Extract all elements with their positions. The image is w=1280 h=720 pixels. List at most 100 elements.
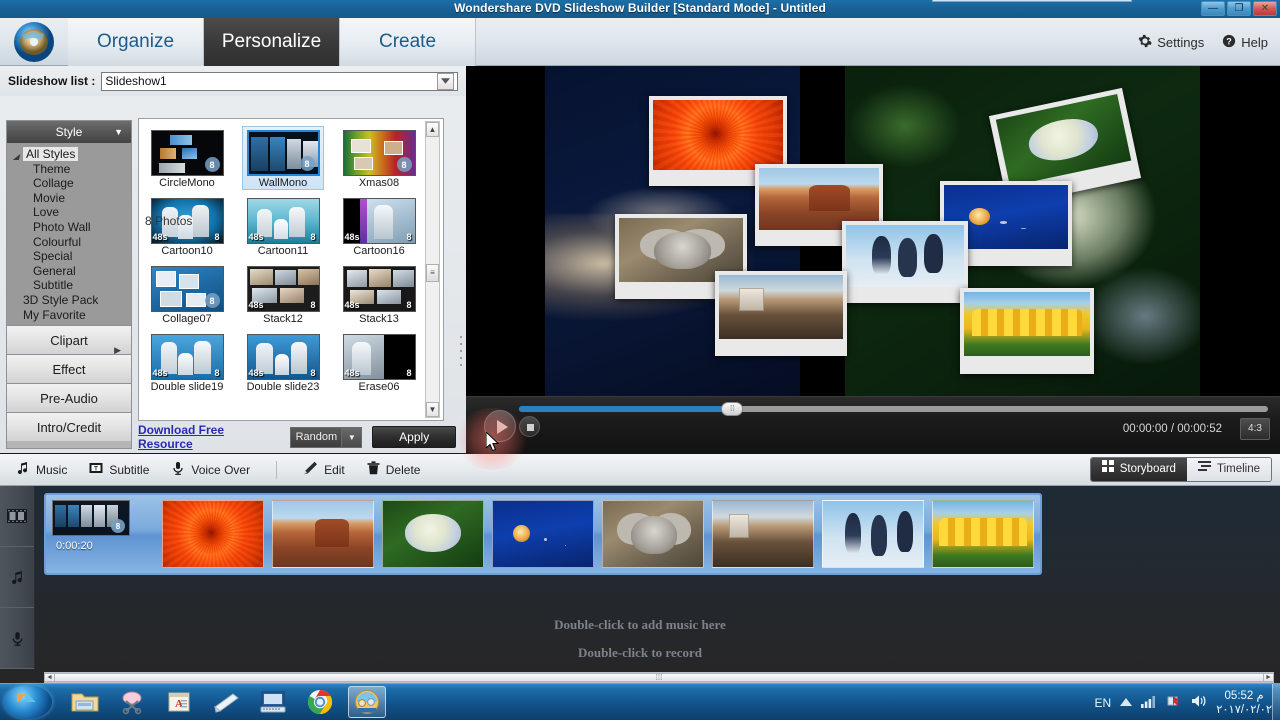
style-thumbnail: 48s 8 [246, 266, 320, 312]
storyboard-horizontal-scrollbar[interactable]: ⁞⁞⁞ ◄ ► [44, 672, 1274, 683]
accordion-button-effect[interactable]: Effect [7, 354, 131, 384]
storyboard-clip-penguin[interactable] [822, 500, 924, 568]
app-logo [6, 21, 62, 63]
toolbar-delete-button[interactable]: Delete [367, 461, 420, 478]
tree-item-special[interactable]: Special [7, 249, 131, 264]
style-item-stack12[interactable]: 48s 8 Stack12 [243, 263, 323, 325]
film-strip-icon[interactable] [0, 486, 34, 547]
taskbar-snipping-tool-icon[interactable] [113, 686, 151, 718]
chevron-down-icon[interactable] [437, 72, 454, 90]
help-button[interactable]: ? Help [1222, 34, 1268, 51]
minimize-button[interactable]: — [1201, 1, 1225, 16]
tree-item-subtitle[interactable]: Subtitle [7, 278, 131, 293]
action-center-icon[interactable] [1166, 694, 1182, 712]
help-circle-icon: ? [1222, 34, 1236, 51]
tree-item-collage[interactable]: Collage [7, 176, 131, 191]
style-item-stack13[interactable]: 48s 8 Stack13 [339, 263, 419, 325]
stop-button[interactable] [519, 416, 540, 437]
storyboard-clip-canyon[interactable] [272, 500, 374, 568]
tree-item-3d-style-pack[interactable]: 3D Style Pack [7, 293, 131, 308]
style-item-cartoon11[interactable]: 48s 8 Cartoon11 [243, 195, 323, 257]
language-indicator[interactable]: EN [1095, 696, 1112, 710]
style-item-double-slide19[interactable]: 48s 8 Double slide19 [147, 331, 227, 393]
accordion-button-clipart[interactable]: Clipart ▶ [7, 325, 131, 355]
tree-item-theme[interactable]: Theme [7, 162, 131, 177]
svg-text:T: T [95, 467, 99, 473]
tab-organize[interactable]: Organize [68, 18, 204, 66]
scroll-up-icon[interactable]: ▲ [426, 122, 439, 137]
storyboard-clip-flower[interactable] [162, 500, 264, 568]
start-button[interactable] [4, 685, 52, 719]
aspect-ratio-button[interactable]: 4:3 [1240, 418, 1270, 440]
toolbar-subtitle-button[interactable]: T Subtitle [89, 461, 149, 478]
style-item-collage07[interactable]: 8 Collage07 [147, 263, 227, 325]
add-music-hint[interactable]: Double-click to add music here [0, 617, 1280, 633]
style-accordion-title: Style [55, 125, 83, 139]
system-tray: EN 05:52 م ٢٠١٧/٠٢/٠٢ [1095, 684, 1272, 720]
style-thumbnail: 48s 8 [246, 334, 320, 380]
view-storyboard-button[interactable]: Storyboard [1090, 458, 1187, 481]
accordion-button-pre-audio[interactable]: Pre-Audio [7, 383, 131, 413]
seek-handle[interactable]: ⁞⁞ [721, 402, 744, 416]
style-item-erase06[interactable]: 48s 8 Erase06 [339, 331, 419, 393]
view-timeline-button[interactable]: Timeline [1186, 458, 1271, 481]
storyboard-clip-castle[interactable] [712, 500, 814, 568]
record-hint[interactable]: Double-click to record [0, 645, 1280, 661]
download-free-resource-link[interactable]: Download Free Resource [138, 423, 280, 451]
panel-splitter[interactable] [458, 336, 464, 366]
toolbar-music-button[interactable]: Music [16, 461, 67, 478]
network-icon[interactable] [1141, 694, 1157, 711]
taskbar-dvd-slideshow-builder-icon[interactable] [348, 686, 386, 718]
maximize-button[interactable]: ❐ [1227, 1, 1251, 16]
style-item-circlemono[interactable]: 8 CircleMono [147, 127, 227, 189]
tree-item-all-styles[interactable]: ◢ All Styles [7, 147, 131, 162]
tree-item-love[interactable]: Love [7, 205, 131, 220]
style-label: Cartoon10 [161, 245, 213, 257]
toolbar-edit-button[interactable]: Edit [303, 461, 345, 478]
taskbar-sticky-notes-icon[interactable] [207, 686, 245, 718]
taskbar-explorer-icon[interactable] [66, 686, 104, 718]
settings-button[interactable]: Settings [1138, 34, 1204, 51]
taskbar-clock[interactable]: 05:52 م ٢٠١٧/٠٢/٠٢ [1216, 689, 1272, 717]
show-desktop-button[interactable] [1272, 684, 1280, 720]
style-grid-scrollbar[interactable]: ▲ ≡ ▼ [425, 121, 440, 418]
scroll-right-icon[interactable]: ► [1263, 673, 1274, 682]
tab-personalize[interactable]: Personalize [204, 18, 340, 66]
scrollbar-thumb[interactable]: ≡ [426, 263, 439, 282]
taskbar-remote-desktop-icon[interactable] [254, 686, 292, 718]
slideshow-select[interactable]: Slideshow1 [101, 71, 458, 91]
scroll-left-icon[interactable]: ◄ [44, 673, 55, 682]
show-hidden-icons-arrow[interactable] [1120, 696, 1133, 710]
accordion-button-intro-credit[interactable]: Intro/Credit [7, 412, 131, 442]
style-label: Stack13 [359, 313, 399, 325]
style-accordion-header[interactable]: Style ▼ [7, 121, 131, 143]
seek-bar[interactable]: ⁞⁞ [519, 402, 1268, 416]
style-item-cartoon16[interactable]: 48s 8 Cartoon16 [339, 195, 419, 257]
tab-create[interactable]: Create [340, 18, 476, 66]
toolbar-voice-over-button[interactable]: Voice Over [171, 461, 250, 478]
volume-icon[interactable] [1191, 694, 1207, 711]
tree-item-general[interactable]: General [7, 264, 131, 279]
style-item-double-slide23[interactable]: 48s 8 Double slide23 [243, 331, 323, 393]
style-item-xmas08[interactable]: 8 Xmas08 [339, 127, 419, 189]
storyboard-clip-jelly[interactable] [492, 500, 594, 568]
apply-button[interactable]: Apply [372, 426, 456, 448]
storyboard-clip-koala[interactable] [602, 500, 704, 568]
storyboard-clip-tulip[interactable] [932, 500, 1034, 568]
scrollbar-thumb[interactable]: ⁞⁞⁞ [45, 673, 1273, 682]
close-button[interactable]: ✕ [1253, 1, 1277, 16]
taskbar-chrome-icon[interactable] [301, 686, 339, 718]
storyboard-clip-intro[interactable]: 8 0:00:20 [52, 500, 154, 568]
transition-select[interactable]: Random ▼ [289, 426, 363, 448]
storyboard-clip-hydrangea[interactable] [382, 500, 484, 568]
tree-item-colourful[interactable]: Colourful [7, 235, 131, 250]
tree-item-movie[interactable]: Movie [7, 191, 131, 206]
tree-item-photo-wall[interactable]: Photo Wall [7, 220, 131, 235]
scroll-down-icon[interactable]: ▼ [426, 402, 439, 417]
music-note-icon[interactable] [0, 547, 34, 608]
tree-item-my-favorite[interactable]: My Favorite [7, 308, 131, 323]
style-item-wallmono[interactable]: 8 WallMono [242, 126, 324, 190]
chevron-down-icon[interactable]: ▼ [341, 427, 362, 447]
taskbar-document-app-icon[interactable]: A [160, 686, 198, 718]
style-count: 8 [310, 300, 316, 310]
